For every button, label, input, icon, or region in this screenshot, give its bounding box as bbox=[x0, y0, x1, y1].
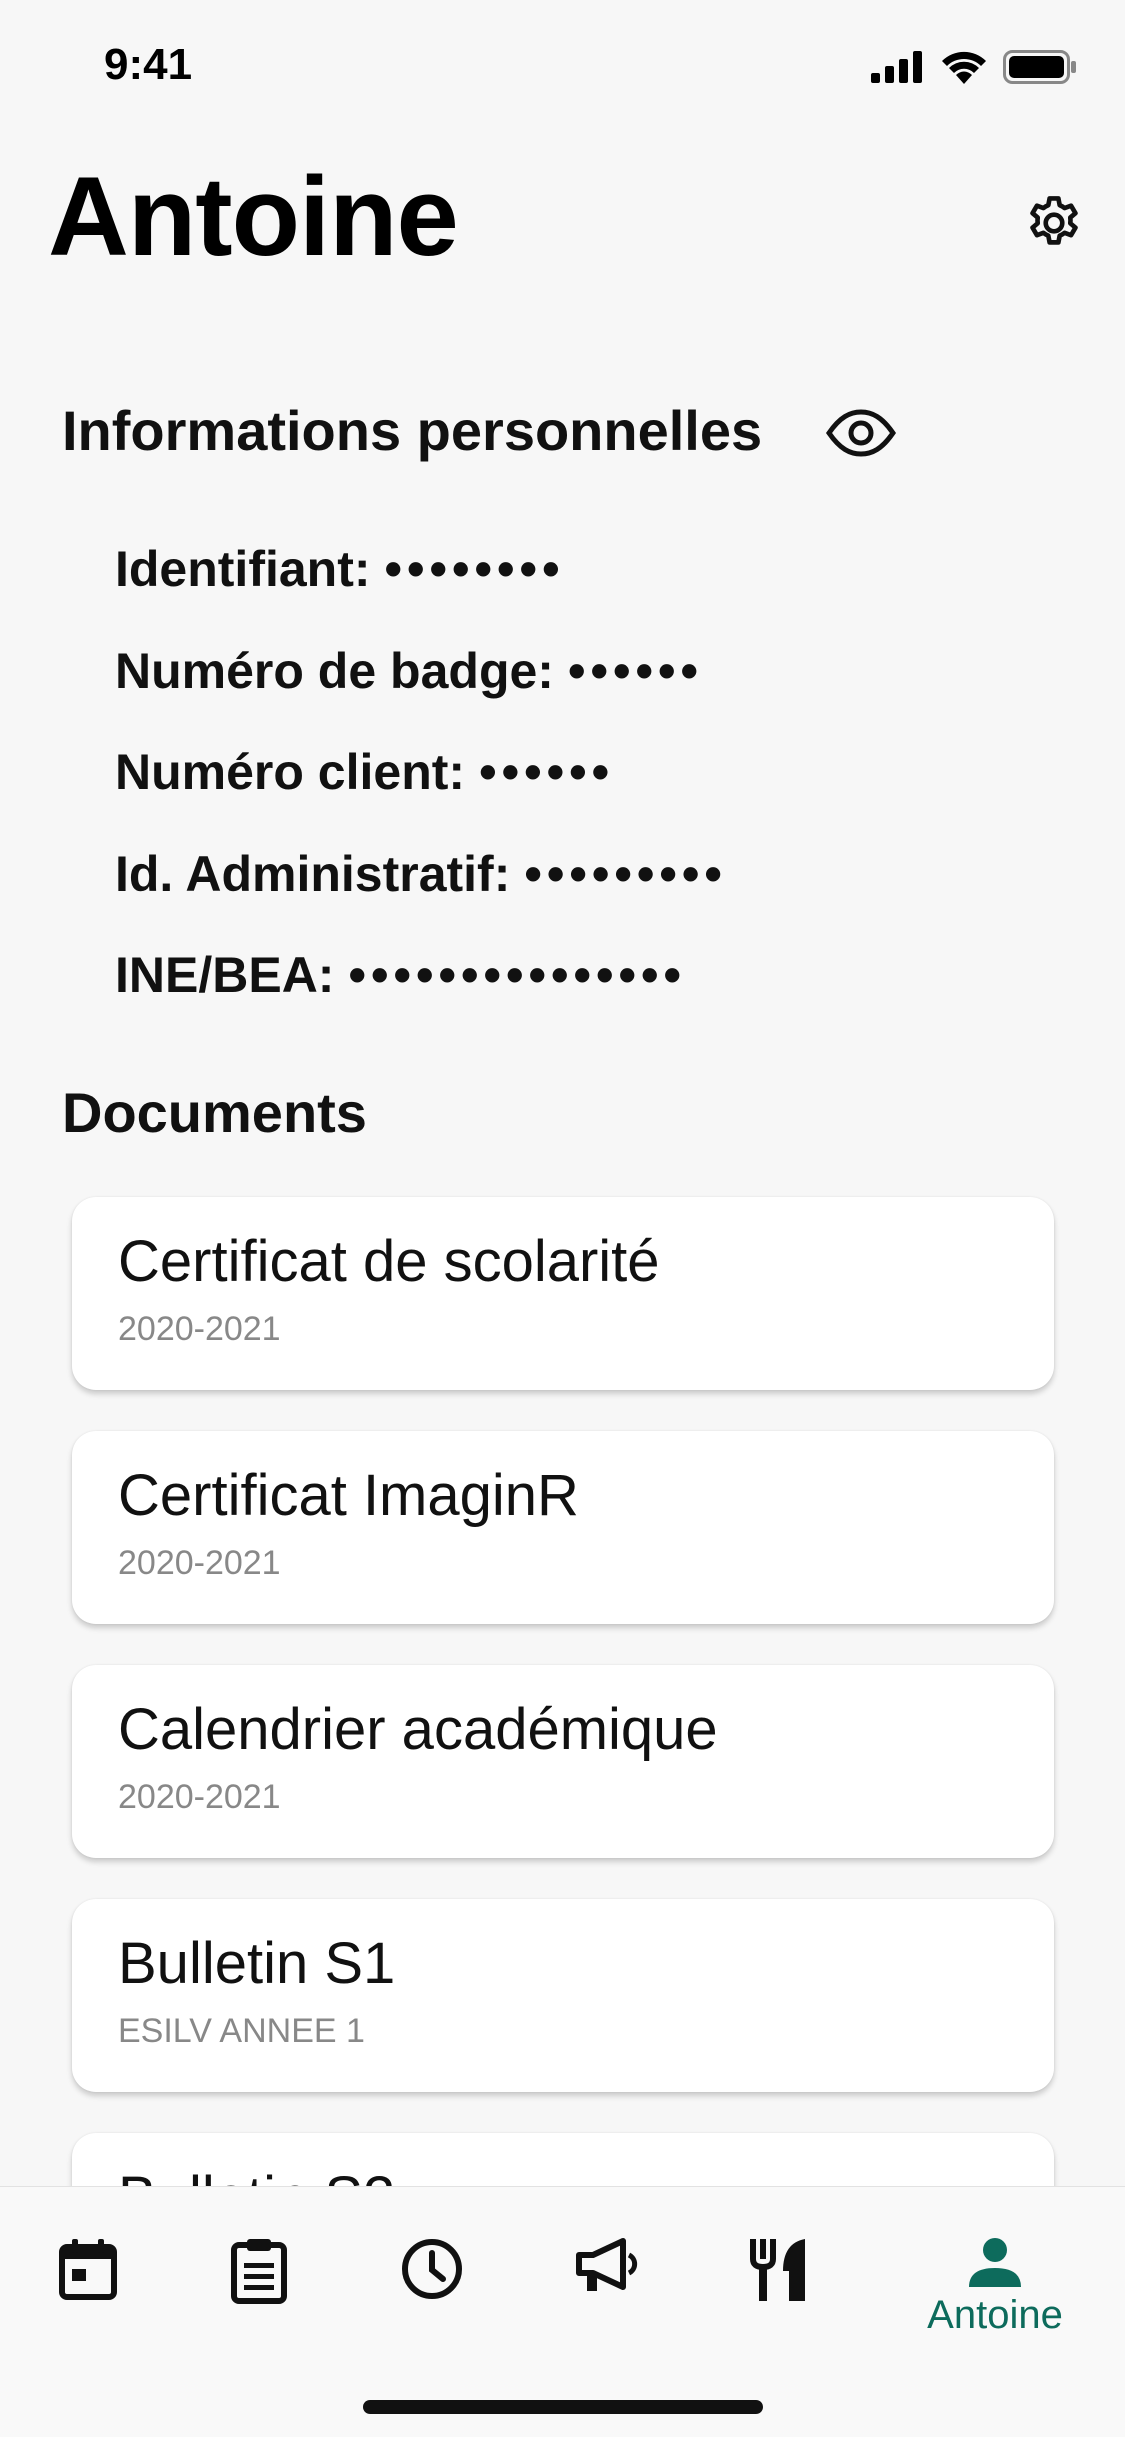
wifi-icon bbox=[942, 51, 986, 84]
info-row-badge: Numéro de badge: •••••• bbox=[115, 642, 727, 744]
clipboard-icon bbox=[231, 2239, 287, 2304]
eye-icon bbox=[826, 409, 896, 457]
document-subtitle: ESILV ANNEE 1 bbox=[118, 2011, 365, 2050]
document-card[interactable]: Certificat ImaginR 2020-2021 bbox=[72, 1431, 1054, 1624]
info-value: ••••••••••••••• bbox=[348, 947, 687, 1003]
info-row-ine: INE/BEA: ••••••••••••••• bbox=[115, 946, 727, 1048]
info-value: •••••••• bbox=[384, 541, 565, 597]
cellular-signal-icon bbox=[871, 51, 922, 83]
tab-restaurant[interactable] bbox=[724, 2237, 834, 2357]
personal-info-title: Informations personnelles bbox=[62, 399, 763, 462]
info-value: ••••••••• bbox=[524, 845, 727, 902]
info-label: Id. Administratif: bbox=[115, 845, 511, 902]
status-time: 9:41 bbox=[104, 40, 193, 89]
fork-knife-icon bbox=[750, 2239, 805, 2301]
info-label: Numéro client: bbox=[115, 744, 466, 800]
documents-title: Documents bbox=[62, 1081, 367, 1144]
info-label: Identifiant: bbox=[115, 541, 371, 597]
gear-icon bbox=[1030, 196, 1078, 245]
document-card[interactable]: Bulletin S1 ESILV ANNEE 1 bbox=[72, 1899, 1054, 2092]
battery-icon bbox=[1003, 50, 1076, 84]
document-title: Certificat ImaginR bbox=[118, 1463, 579, 1528]
info-row-identifiant: Identifiant: •••••••• bbox=[115, 540, 727, 642]
document-card[interactable]: Calendrier académique 2020-2021 bbox=[72, 1665, 1054, 1858]
person-icon bbox=[969, 2238, 1021, 2287]
toggle-visibility-button[interactable] bbox=[823, 398, 899, 468]
document-title: Bulletin S1 bbox=[118, 1931, 396, 1996]
document-title: Calendrier académique bbox=[118, 1697, 718, 1762]
document-subtitle: 2020-2021 bbox=[118, 1543, 281, 1582]
calendar-icon bbox=[59, 2239, 117, 2300]
info-value: •••••• bbox=[567, 642, 703, 699]
info-value: •••••• bbox=[479, 744, 615, 800]
document-title: Certificat de scolarité bbox=[118, 1229, 660, 1294]
tab-calendar[interactable] bbox=[33, 2237, 143, 2357]
info-label: INE/BEA: bbox=[115, 947, 335, 1003]
settings-button[interactable] bbox=[1014, 183, 1094, 263]
status-icons bbox=[871, 50, 1077, 84]
tab-assignments[interactable] bbox=[204, 2237, 314, 2357]
status-bar: 9:41 bbox=[0, 0, 1125, 140]
tab-profile[interactable]: Antoine bbox=[905, 2237, 1085, 2357]
clock-icon bbox=[402, 2239, 462, 2299]
document-subtitle: 2020-2021 bbox=[118, 1777, 281, 1816]
document-subtitle: 2020-2021 bbox=[118, 1309, 281, 1348]
tab-announcements[interactable] bbox=[551, 2237, 661, 2357]
tab-schedule[interactable] bbox=[377, 2237, 487, 2357]
info-row-client: Numéro client: •••••• bbox=[115, 743, 727, 845]
document-card[interactable]: Certificat de scolarité 2020-2021 bbox=[72, 1197, 1054, 1390]
home-indicator bbox=[363, 2400, 763, 2414]
page-title: Antoine bbox=[48, 154, 459, 279]
info-label: Numéro de badge: bbox=[115, 642, 554, 699]
personal-info-list: Identifiant: •••••••• Numéro de badge: •… bbox=[115, 540, 727, 1048]
info-row-admin-id: Id. Administratif: ••••••••• bbox=[115, 845, 727, 947]
tab-profile-label: Antoine bbox=[927, 2293, 1063, 2337]
megaphone-icon bbox=[576, 2238, 638, 2291]
